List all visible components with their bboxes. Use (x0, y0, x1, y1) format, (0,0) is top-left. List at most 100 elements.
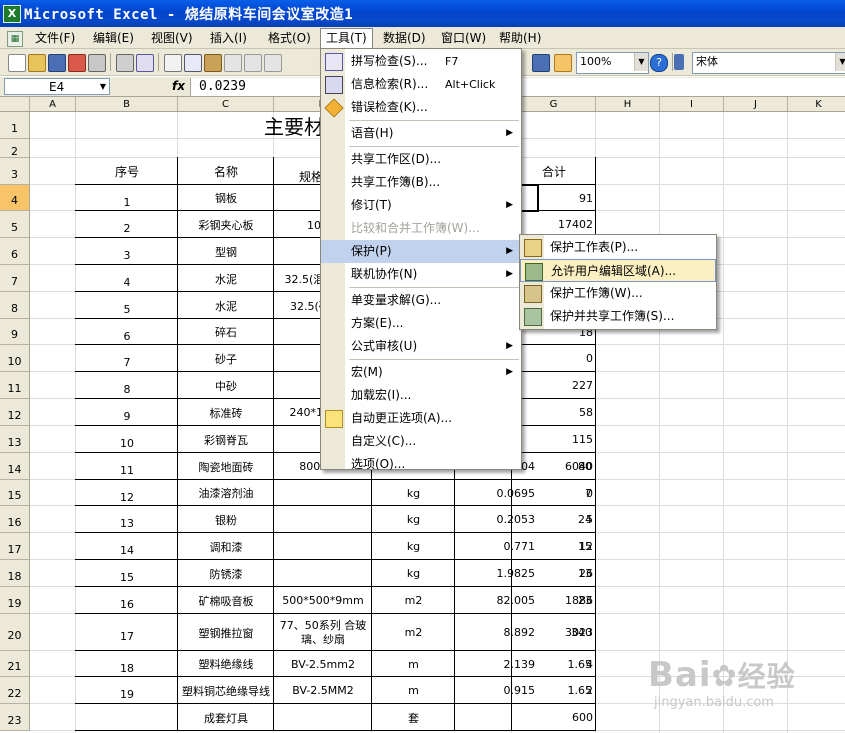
tools-menu-item[interactable]: 共享工作簿(B)... (321, 171, 521, 194)
row-header[interactable]: 5 (0, 211, 30, 238)
menu-insert[interactable]: 插入(I) (205, 29, 252, 47)
select-all-corner[interactable] (0, 97, 30, 112)
cell-name[interactable]: 彩钢脊瓦 (178, 426, 274, 453)
cell-name[interactable]: 矿棉吸音板 (178, 587, 274, 614)
row-header[interactable]: 10 (0, 345, 30, 372)
tools-menu-item[interactable]: 自动更正选项(A)... (321, 407, 521, 430)
cell-name[interactable]: 陶瓷地面砖 (178, 453, 274, 480)
cell-total[interactable]: 26 (512, 560, 596, 587)
column-header[interactable]: B (76, 97, 178, 112)
row-header[interactable]: 11 (0, 372, 30, 399)
tools-menu-item[interactable]: 自定义(C)... (321, 430, 521, 453)
tools-menu-item[interactable]: 选项(O)... (321, 453, 521, 476)
cell-seq[interactable]: 2 (76, 211, 178, 238)
cell-name[interactable]: 塑钢推拉窗 (178, 614, 274, 651)
tools-menu-item[interactable]: 公式审核(U) ▶ (321, 335, 521, 358)
insert-function-icon[interactable]: fx (172, 79, 185, 93)
cell-name[interactable]: 碎石 (178, 319, 274, 345)
cell-total[interactable]: 0 (512, 345, 596, 372)
tools-menu-item[interactable]: 方案(E)... (321, 312, 521, 335)
copy-icon[interactable] (184, 54, 202, 72)
cell-name[interactable]: 油漆溶剂油 (178, 480, 274, 506)
row-header[interactable]: 6 (0, 238, 30, 265)
protect-menu-item[interactable]: 保护工作表(P)... (520, 236, 716, 259)
paste-icon[interactable] (204, 54, 222, 72)
cell-unit[interactable]: m (372, 677, 455, 704)
cell-name[interactable]: 银粉 (178, 506, 274, 533)
cell-seq[interactable]: 16 (76, 587, 178, 614)
cell-total[interactable]: 6040 (512, 453, 596, 480)
cell-spec[interactable] (274, 560, 372, 587)
cell-total[interactable]: 4 (512, 651, 596, 677)
cell-total[interactable]: 1886 (512, 587, 596, 614)
header-seq[interactable]: 序号 (76, 158, 178, 185)
cut-icon[interactable] (164, 54, 182, 72)
cell-total[interactable]: 5 (512, 506, 596, 533)
row-header[interactable]: 13 (0, 426, 30, 453)
cell-spec[interactable]: BV-2.5MM2 (274, 677, 372, 704)
tools-menu-item[interactable]: 语音(H) ▶ (321, 122, 521, 145)
cell-seq[interactable]: 3 (76, 238, 178, 265)
cell-seq[interactable] (76, 704, 178, 731)
column-header[interactable]: H (596, 97, 660, 112)
cell-total[interactable]: 227 (512, 372, 596, 399)
row-header[interactable]: 8 (0, 292, 30, 319)
column-header[interactable]: C (178, 97, 274, 112)
cell-seq[interactable]: 17 (76, 614, 178, 651)
cell-seq[interactable]: 9 (76, 399, 178, 426)
protect-menu-item[interactable]: 保护工作簿(W)... (520, 282, 716, 305)
cell-spec[interactable] (274, 480, 372, 506)
help-icon[interactable]: ? (650, 54, 668, 72)
column-header[interactable]: J (724, 97, 788, 112)
cell-total[interactable]: 3023 (512, 614, 596, 651)
spelling-icon[interactable] (136, 54, 154, 72)
cell-seq[interactable]: 12 (76, 480, 178, 506)
menu-data[interactable]: 数据(D) (378, 29, 431, 47)
cell-spec[interactable]: 77、50系列 合玻璃、纱扇 (274, 614, 372, 651)
cell-unit[interactable]: kg (372, 533, 455, 560)
row-header[interactable]: 12 (0, 399, 30, 426)
cell-seq[interactable]: 11 (76, 453, 178, 480)
row-header[interactable]: 14 (0, 453, 30, 480)
row-header[interactable]: 4 (0, 185, 30, 211)
cell-name[interactable]: 塑料铜芯绝缘导线 (178, 677, 274, 704)
tools-menu-item[interactable]: 拼写检查(S)... F7 (321, 50, 521, 73)
tools-menu-item[interactable]: 共享工作区(D)... (321, 148, 521, 171)
cell-total[interactable]: 115 (512, 426, 596, 453)
row-header[interactable]: 15 (0, 480, 30, 506)
row-header[interactable]: 17 (0, 533, 30, 560)
cell-seq[interactable]: 10 (76, 426, 178, 453)
cell-seq[interactable]: 7 (76, 345, 178, 372)
save-icon[interactable] (48, 54, 66, 72)
header-total[interactable]: 合计 (512, 158, 596, 185)
tools-menu-item[interactable]: 保护(P) ▶ (321, 240, 521, 263)
row-header[interactable]: 21 (0, 651, 30, 677)
permission-icon[interactable] (68, 54, 86, 72)
row-header[interactable]: 3 (0, 158, 30, 185)
tools-menu-item[interactable]: 联机协作(N) ▶ (321, 263, 521, 286)
cell-spec[interactable] (274, 704, 372, 731)
cell-unit[interactable]: kg (372, 506, 455, 533)
column-header[interactable]: K (788, 97, 845, 112)
menu-view[interactable]: 视图(V) (146, 29, 198, 47)
name-box[interactable]: E4 ▼ (4, 78, 110, 95)
column-header[interactable]: A (30, 97, 76, 112)
chevron-down-icon[interactable]: ▼ (835, 53, 845, 71)
cell-unit[interactable]: m (372, 651, 455, 677)
toolbar-options-icon[interactable] (674, 54, 684, 70)
row-header[interactable]: 19 (0, 587, 30, 614)
cell-name[interactable]: 塑料绝缘线 (178, 651, 274, 677)
tools-menu-item[interactable]: 错误检查(K)... (321, 96, 521, 119)
cell-seq[interactable]: 1 (76, 185, 178, 211)
cell-spec[interactable]: BV-2.5mm2 (274, 651, 372, 677)
redo-icon[interactable] (264, 54, 282, 72)
chart-wizard-icon[interactable] (532, 54, 550, 72)
cell-unit[interactable]: kg (372, 480, 455, 506)
workbook-icon[interactable]: ▦ (7, 31, 23, 47)
row-header[interactable]: 1 (0, 112, 30, 139)
menu-tools[interactable]: 工具(T) (320, 28, 373, 50)
menu-edit[interactable]: 编辑(E) (88, 29, 139, 47)
menu-window[interactable]: 窗口(W) (436, 29, 491, 47)
cell-total[interactable]: 0 (512, 480, 596, 506)
row-header[interactable]: 20 (0, 614, 30, 651)
